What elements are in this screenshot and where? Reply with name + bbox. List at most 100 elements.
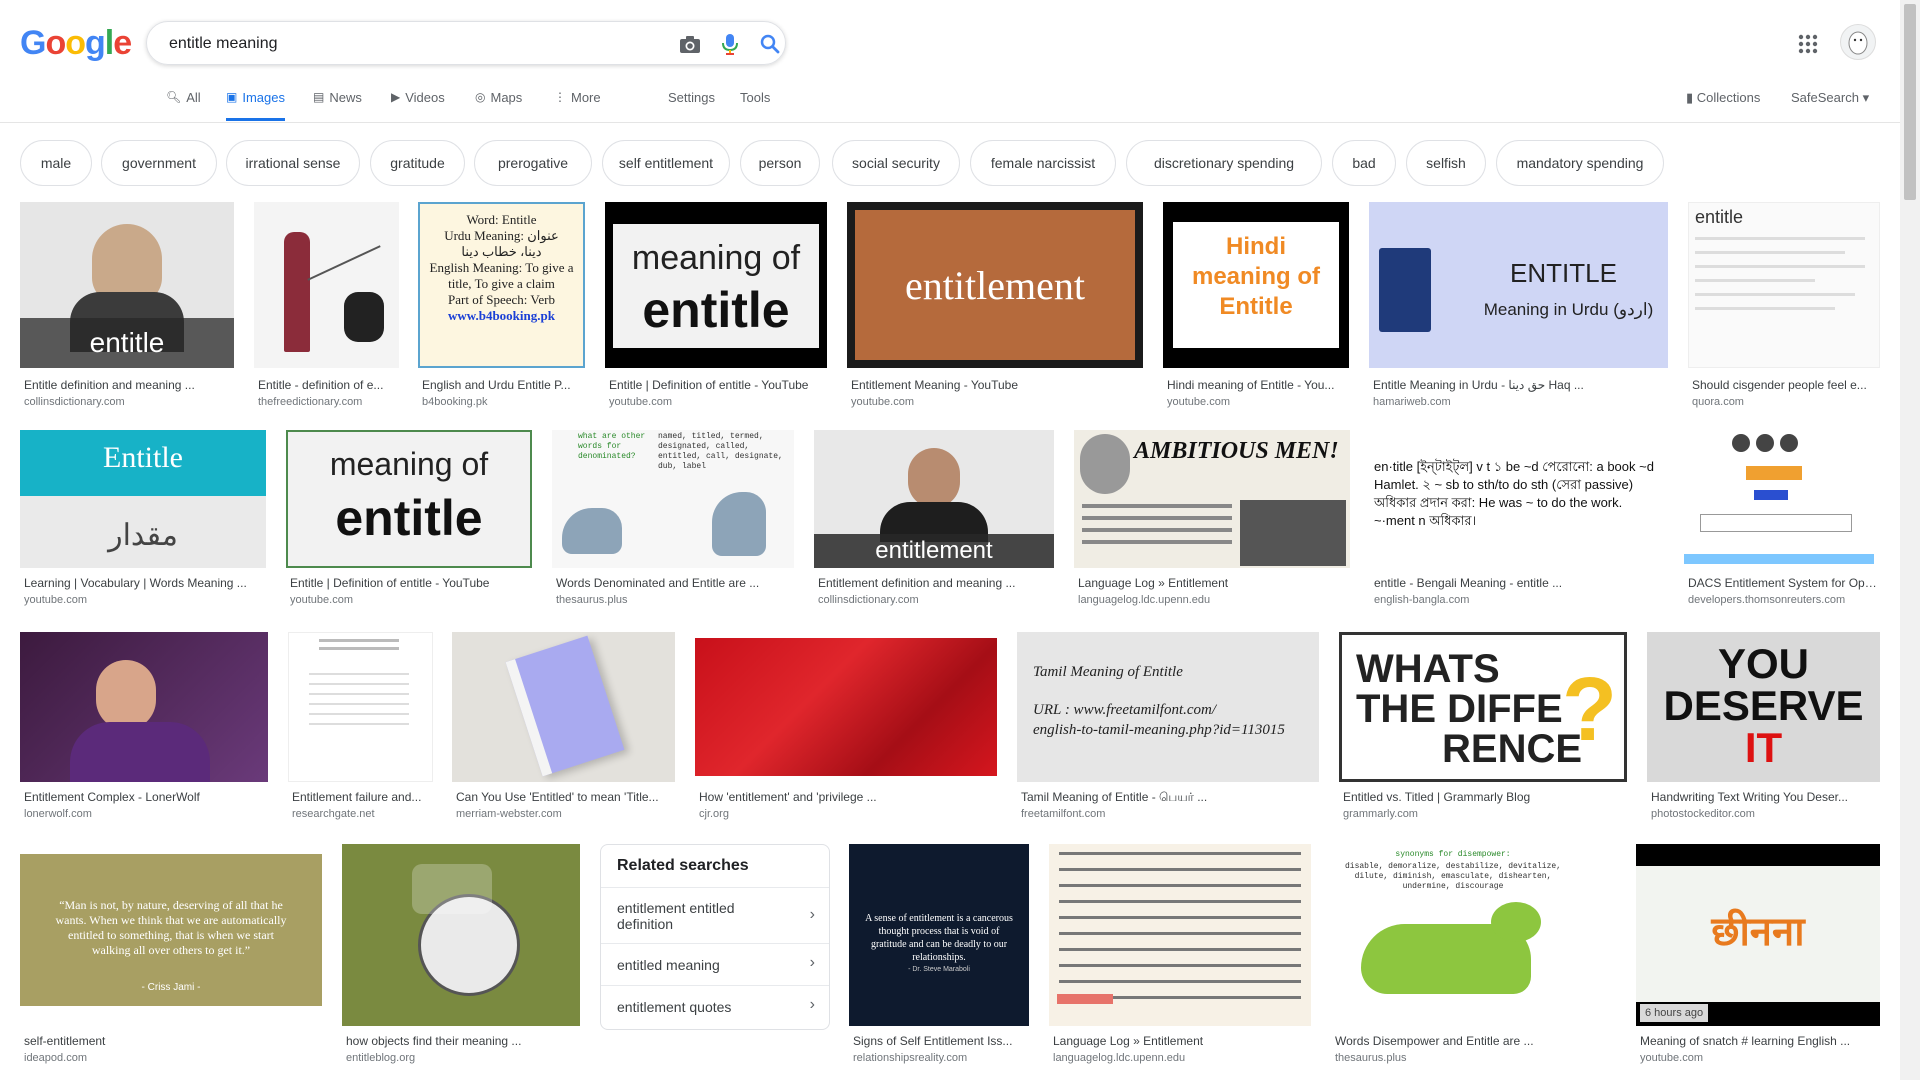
thumb-text: meaning of xyxy=(631,238,801,277)
thumb-text: “Man is not, by nature, deserving of all… xyxy=(55,898,287,957)
chip-label: person xyxy=(758,155,802,171)
logo-letter: o xyxy=(45,24,66,62)
apps-grid-icon[interactable] xyxy=(1796,32,1820,56)
related-search-item[interactable]: entitlement quotes › xyxy=(601,985,829,1028)
safesearch-dropdown[interactable]: SafeSearch ▾ xyxy=(1791,90,1869,106)
result-caption: Entitle Meaning in Urdu - حق دینا Haq ..… xyxy=(1373,378,1584,392)
tools-link[interactable]: Tools xyxy=(740,90,770,120)
logo-letter: l xyxy=(104,24,115,62)
tab-label: Images xyxy=(242,90,285,105)
chip[interactable]: prerogative xyxy=(474,140,592,186)
result-source: thefreedictionary.com xyxy=(258,396,363,408)
result-thumbnail: Hindi meaning of Entitle xyxy=(1163,202,1349,368)
related-search-item[interactable]: entitlement entitled definition › xyxy=(601,887,829,944)
result-caption: Handwriting Text Writing You Deser... xyxy=(1651,790,1848,804)
google-logo[interactable]: Google xyxy=(20,24,132,63)
result-thumbnail: YOU DESERVE IT xyxy=(1647,632,1880,782)
result-source: b4booking.pk xyxy=(422,396,488,408)
chip-label: irrational sense xyxy=(245,155,341,171)
result-caption: Should cisgender people feel e... xyxy=(1692,378,1867,392)
chip[interactable]: selfish xyxy=(1406,140,1486,186)
thumb-text: Tamil Meaning of Entitle xyxy=(1033,664,1183,680)
thumb-text: Entitle xyxy=(1219,293,1293,320)
search-icon: 🔍︎ xyxy=(166,90,182,104)
chevron-right-icon: › xyxy=(809,954,815,971)
result-caption: Words Disempower and Entitle are ... xyxy=(1335,1034,1534,1048)
related-searches-panel: Related searches entitlement entitled de… xyxy=(600,844,830,1030)
thumb-text: Hindi xyxy=(1226,233,1286,260)
scrollbar-thumb[interactable] xyxy=(1904,4,1916,200)
collections-link[interactable]: ▮ Collections xyxy=(1686,90,1760,106)
chip[interactable]: mandatory spending xyxy=(1496,140,1664,186)
result-source: relationshipsreality.com xyxy=(853,1052,968,1064)
collections-label: Collections xyxy=(1696,90,1761,105)
related-search-label: entitlement quotes xyxy=(617,999,732,1015)
tab-maps[interactable]: ◎ Maps xyxy=(475,90,522,120)
logo-letter: g xyxy=(85,24,106,62)
result-caption: Entitle | Definition of entitle - YouTub… xyxy=(609,378,809,392)
result-thumbnail xyxy=(1049,844,1311,1026)
chip[interactable]: social security xyxy=(832,140,960,186)
caret-down-icon: ▾ xyxy=(1862,90,1870,105)
result-thumbnail: AMBITIOUS MEN! xyxy=(1074,430,1350,568)
chip[interactable]: bad xyxy=(1332,140,1396,186)
chip[interactable]: person xyxy=(740,140,820,186)
thumb-text: Meaning in Urdu (اردو) xyxy=(1483,300,1654,319)
result-thumbnail xyxy=(695,632,997,782)
tab-label: All xyxy=(186,90,201,105)
thumb-text: Entitle xyxy=(103,441,183,474)
search-input[interactable] xyxy=(167,31,641,57)
tab-images[interactable]: ▣ Images xyxy=(226,90,285,121)
result-thumbnail: Tamil Meaning of Entitle URL : www.freet… xyxy=(1017,632,1319,782)
search-icon[interactable] xyxy=(757,31,783,57)
result-caption: Entitlement Complex - LonerWolf xyxy=(24,790,200,804)
chip-label: discretionary spending xyxy=(1153,155,1295,171)
thumb-text: WHATS xyxy=(1356,647,1500,691)
related-searches-title: Related searches xyxy=(617,857,749,874)
related-search-item[interactable]: entitled meaning › xyxy=(601,943,829,986)
thumb-text: - Dr. Steve Maraboli xyxy=(908,966,970,973)
result-thumbnail: meaning of entitle xyxy=(286,430,532,568)
chip[interactable]: gratitude xyxy=(370,140,465,186)
header: Google 🔍︎ All ▣ Images ▤ News ▶ Videos ◎ Maps… xyxy=(0,0,1900,123)
chip[interactable]: discretionary spending xyxy=(1126,140,1322,186)
chip-label: male xyxy=(40,155,72,171)
result-source: thesaurus.plus xyxy=(556,594,628,606)
chip-label: self entitlement xyxy=(618,155,714,171)
logo-letter: G xyxy=(20,24,46,62)
chip-label: bad xyxy=(1352,155,1376,171)
microphone-icon[interactable] xyxy=(717,31,743,57)
result-caption: entitle - Bengali Meaning - entitle ... xyxy=(1374,576,1563,590)
tab-all[interactable]: 🔍︎ All xyxy=(166,90,201,120)
safesearch-label: SafeSearch xyxy=(1791,90,1859,105)
result-caption: Entitle | Definition of entitle - YouTub… xyxy=(290,576,490,590)
tab-news[interactable]: ▤ News xyxy=(313,90,362,120)
map-icon: ◎ xyxy=(475,90,486,104)
result-thumbnail: entitlement xyxy=(814,430,1054,568)
tab-label: Tools xyxy=(740,90,771,105)
chip[interactable]: self entitlement xyxy=(602,140,730,186)
result-thumbnail xyxy=(452,632,675,782)
thumb-text: entitlement xyxy=(855,210,1135,360)
account-avatar[interactable] xyxy=(1840,24,1876,60)
chip[interactable]: government xyxy=(101,140,217,186)
result-thumbnail: entitlement xyxy=(847,202,1143,368)
tab-label: Settings xyxy=(668,90,715,105)
result-caption: Entitle - definition of e... xyxy=(258,378,384,392)
chip[interactable]: irrational sense xyxy=(226,140,360,186)
settings-link[interactable]: Settings xyxy=(668,90,715,120)
thumb-text: THE DIFFE xyxy=(1356,687,1563,731)
camera-icon[interactable] xyxy=(677,31,703,57)
result-thumbnail xyxy=(288,632,433,782)
chip[interactable]: male xyxy=(20,140,92,186)
result-caption: Language Log » Entitlement xyxy=(1078,576,1229,590)
result-caption: Entitle definition and meaning ... xyxy=(24,378,195,392)
tab-more[interactable]: ⋮ More xyxy=(554,90,601,120)
result-caption: How 'entitlement' and 'privilege ... xyxy=(699,790,877,804)
result-source: youtube.com xyxy=(851,396,914,408)
result-thumbnail: “Man is not, by nature, deserving of all… xyxy=(20,844,322,1016)
chip[interactable]: female narcissist xyxy=(970,140,1116,186)
image-icon: ▣ xyxy=(226,90,238,104)
tab-videos[interactable]: ▶ Videos xyxy=(391,90,445,120)
result-caption: Can You Use 'Entitled' to mean 'Title... xyxy=(456,790,659,804)
